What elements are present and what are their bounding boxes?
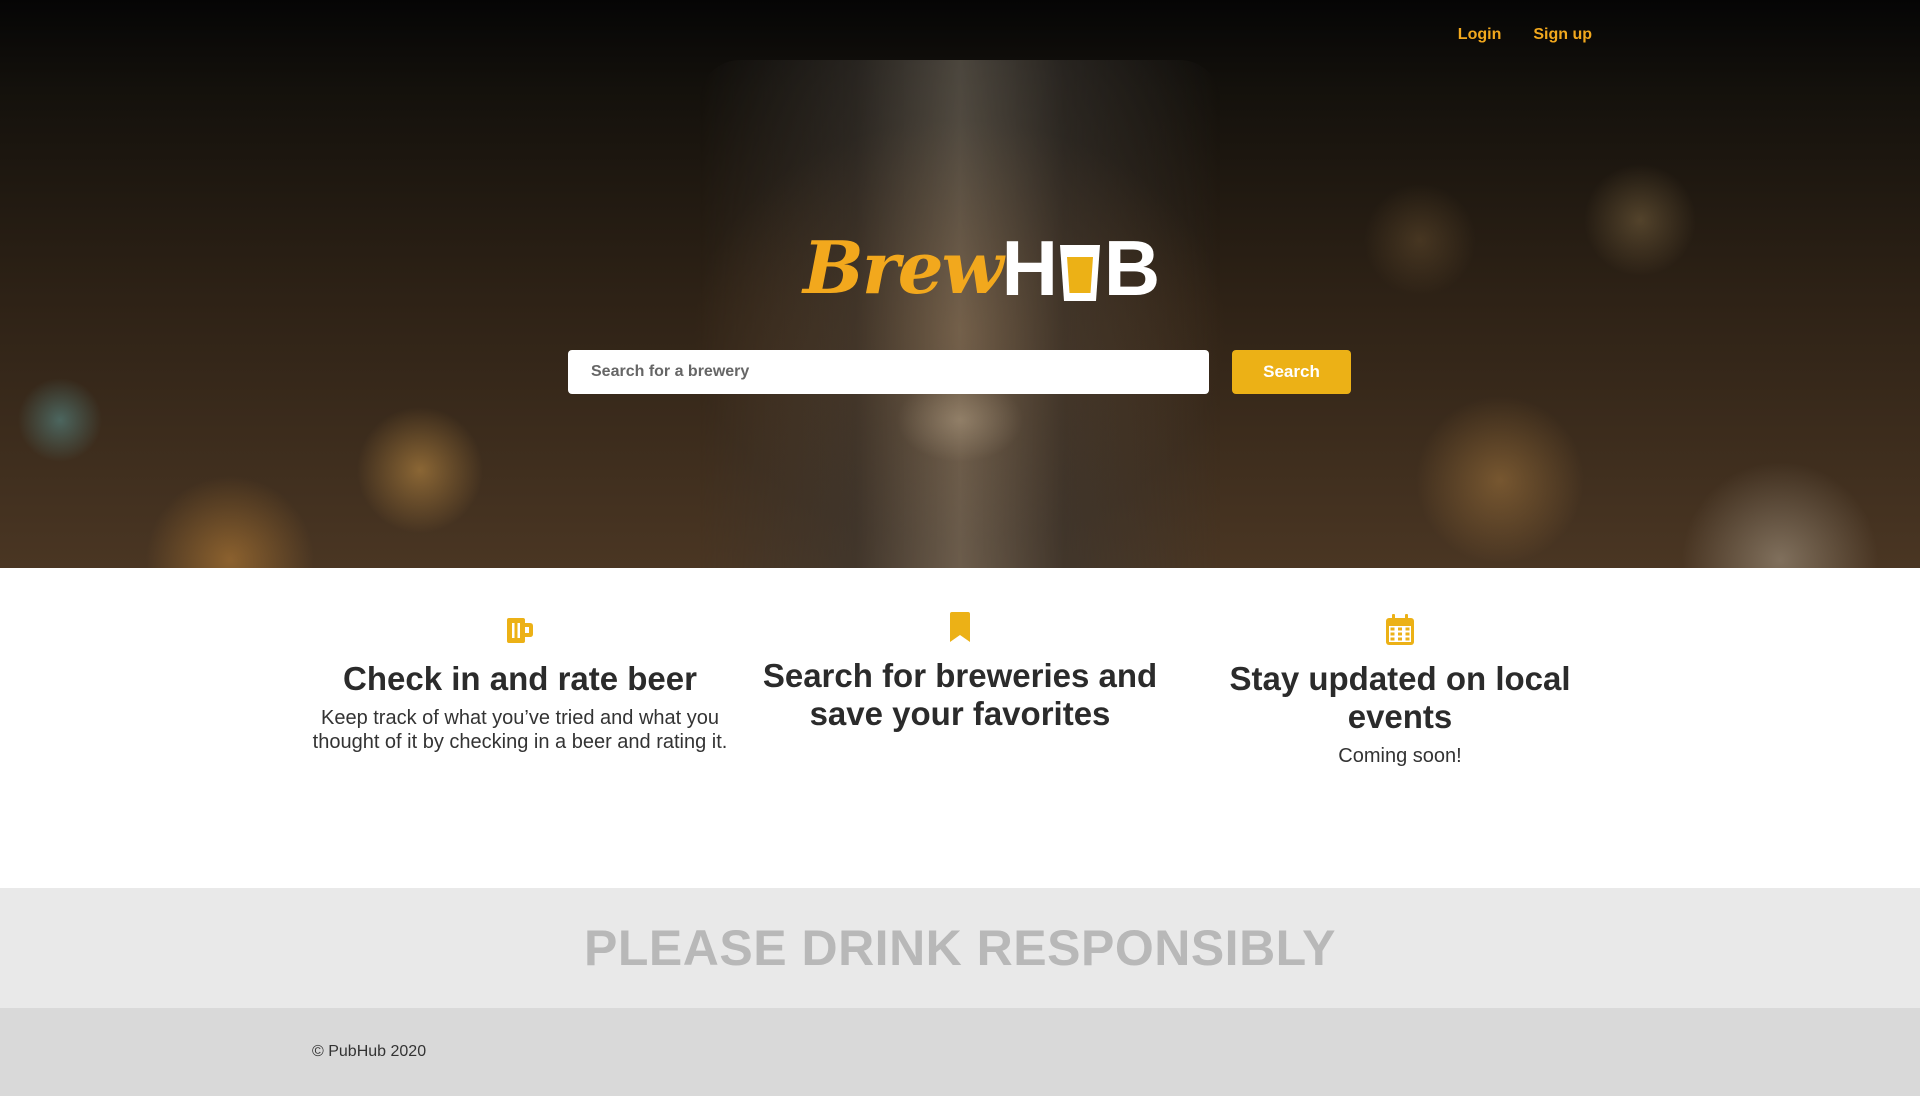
drink-responsibly-banner: PLEASE DRINK RESPONSIBLY — [0, 888, 1920, 1008]
beer-glass-icon — [1058, 240, 1102, 301]
logo-hub-text: H B — [1001, 224, 1161, 312]
hero-background-image — [700, 60, 1220, 568]
login-link[interactable]: Login — [1458, 26, 1502, 44]
search-button[interactable]: Search — [1232, 350, 1351, 394]
feature-local-events: Stay updated on local events Coming soon… — [1190, 612, 1610, 768]
feature-description: Keep track of what you’ve tried and what… — [312, 707, 728, 753]
logo-hub-b: B — [1103, 224, 1160, 312]
feature-title: Search for breweries and save your favor… — [762, 657, 1158, 732]
feature-description: Coming soon! — [1338, 745, 1462, 767]
brewhub-logo: Brew H B — [803, 225, 1160, 310]
brewery-search-input[interactable] — [568, 350, 1209, 394]
feature-title: Stay updated on local events — [1229, 660, 1571, 735]
copyright-text: © PubHub 2020 — [312, 1043, 427, 1060]
feature-title: Check in and rate beer — [343, 660, 697, 697]
top-nav: Login Sign up — [1458, 26, 1592, 44]
calendar-icon — [1190, 612, 1610, 648]
feature-check-in: Check in and rate beer Keep track of wha… — [310, 612, 730, 754]
banner-text: PLEASE DRINK RESPONSIBLY — [584, 920, 1336, 976]
feature-search-breweries: Search for breweries and save your favor… — [750, 609, 1170, 733]
logo-hub-h: H — [1001, 224, 1058, 312]
footer: © PubHub 2020 — [0, 1008, 1920, 1096]
hero-section: Login Sign up Brew H B Search — [0, 0, 1920, 568]
signup-link[interactable]: Sign up — [1533, 26, 1592, 44]
bookmark-icon — [750, 609, 1170, 645]
beer-mug-icon — [310, 612, 730, 648]
logo-brew-text: Brew — [803, 225, 1004, 310]
